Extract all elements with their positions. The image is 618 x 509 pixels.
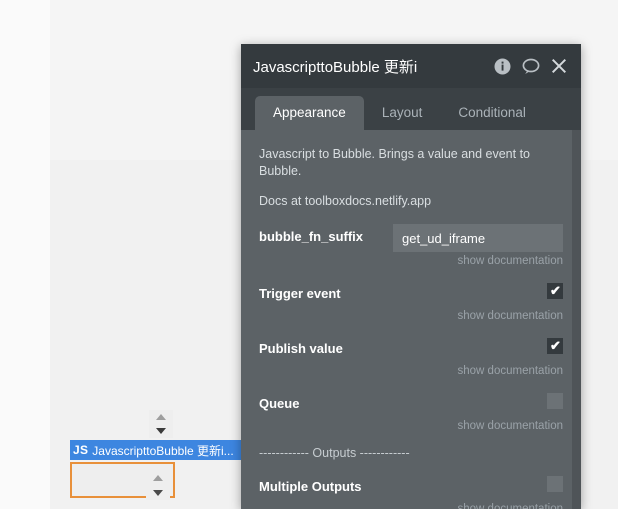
control-queue	[547, 391, 563, 409]
panel-title: JavascripttoBubble 更新i	[253, 58, 418, 76]
show-documentation-queue[interactable]: show documentation	[259, 420, 563, 432]
checkbox-trigger-event[interactable]: ✔	[547, 283, 563, 299]
label-multiple-outputs: Multiple Outputs	[259, 479, 362, 494]
plugin-description: Javascript to Bubble. Brings a value and…	[259, 147, 530, 178]
tab-conditional[interactable]: Conditional	[440, 96, 544, 130]
property-row-publish-value: Publish value ✔	[259, 336, 563, 362]
tab-appearance[interactable]: Appearance	[255, 96, 364, 130]
plugin-docs-line: Docs at toolboxdocs.netlify.app	[259, 194, 432, 208]
checkbox-publish-value[interactable]: ✔	[547, 338, 563, 354]
checkbox-queue[interactable]	[547, 393, 563, 409]
check-icon: ✔	[550, 283, 561, 298]
chevron-up-icon[interactable]	[153, 474, 163, 481]
property-row-trigger-event: Trigger event ✔	[259, 281, 563, 307]
control-multiple-outputs	[547, 474, 563, 492]
show-documentation-bubble-fn-suffix[interactable]: show documentation	[259, 255, 563, 267]
element-spinner-top[interactable]	[149, 410, 173, 438]
label-queue: Queue	[259, 396, 300, 411]
js-badge-icon: JS	[73, 443, 89, 457]
checkbox-multiple-outputs[interactable]	[547, 476, 563, 492]
panel-tabbar: Appearance Layout Conditional	[241, 88, 581, 130]
element-spinner-bottom[interactable]	[146, 470, 170, 500]
canvas-element-label-bar[interactable]: JS JavascripttoBubble 更新i...	[70, 440, 242, 460]
property-row-queue: Queue	[259, 391, 563, 417]
panel-header: JavascripttoBubble 更新i	[241, 44, 581, 88]
comment-icon[interactable]	[522, 58, 540, 75]
property-editor-panel: JavascripttoBubble 更新i Appearance Layout…	[241, 44, 581, 509]
bubble-editor-screen: JS JavascripttoBubble 更新i... Javascriptt…	[0, 0, 618, 509]
chevron-up-icon[interactable]	[156, 414, 166, 420]
canvas-element-label: JavascripttoBubble 更新i...	[92, 443, 234, 458]
panel-header-icons	[494, 58, 567, 75]
label-trigger-event: Trigger event	[259, 286, 341, 301]
show-documentation-publish-value[interactable]: show documentation	[259, 365, 563, 377]
chevron-down-icon[interactable]	[156, 428, 166, 434]
chevron-down-icon[interactable]	[153, 489, 163, 496]
panel-scrollbar[interactable]	[572, 130, 581, 509]
show-documentation-trigger-event[interactable]: show documentation	[259, 310, 563, 322]
tab-layout[interactable]: Layout	[364, 96, 441, 130]
property-row-multiple-outputs: Multiple Outputs	[259, 474, 563, 500]
info-icon[interactable]	[494, 58, 511, 75]
label-bubble-fn-suffix: bubble_fn_suffix	[259, 229, 364, 244]
control-publish-value: ✔	[547, 336, 563, 354]
property-row-bubble-fn-suffix: bubble_fn_suffix get_ud_iframe	[259, 224, 563, 252]
panel-body: Javascript to Bubble. Brings a value and…	[241, 130, 581, 509]
label-publish-value: Publish value	[259, 341, 343, 356]
control-trigger-event: ✔	[547, 281, 563, 299]
close-icon[interactable]	[551, 58, 567, 74]
canvas-element-selected-box[interactable]	[70, 462, 175, 500]
check-icon: ✔	[550, 338, 561, 353]
control-bubble-fn-suffix: get_ud_iframe	[393, 224, 563, 252]
outputs-section-divider: ------------ Outputs ------------	[259, 446, 410, 460]
input-bubble-fn-suffix[interactable]: get_ud_iframe	[393, 224, 563, 252]
canvas-left-gutter	[0, 0, 50, 509]
show-documentation-multiple-outputs[interactable]: show documentation	[259, 503, 563, 509]
